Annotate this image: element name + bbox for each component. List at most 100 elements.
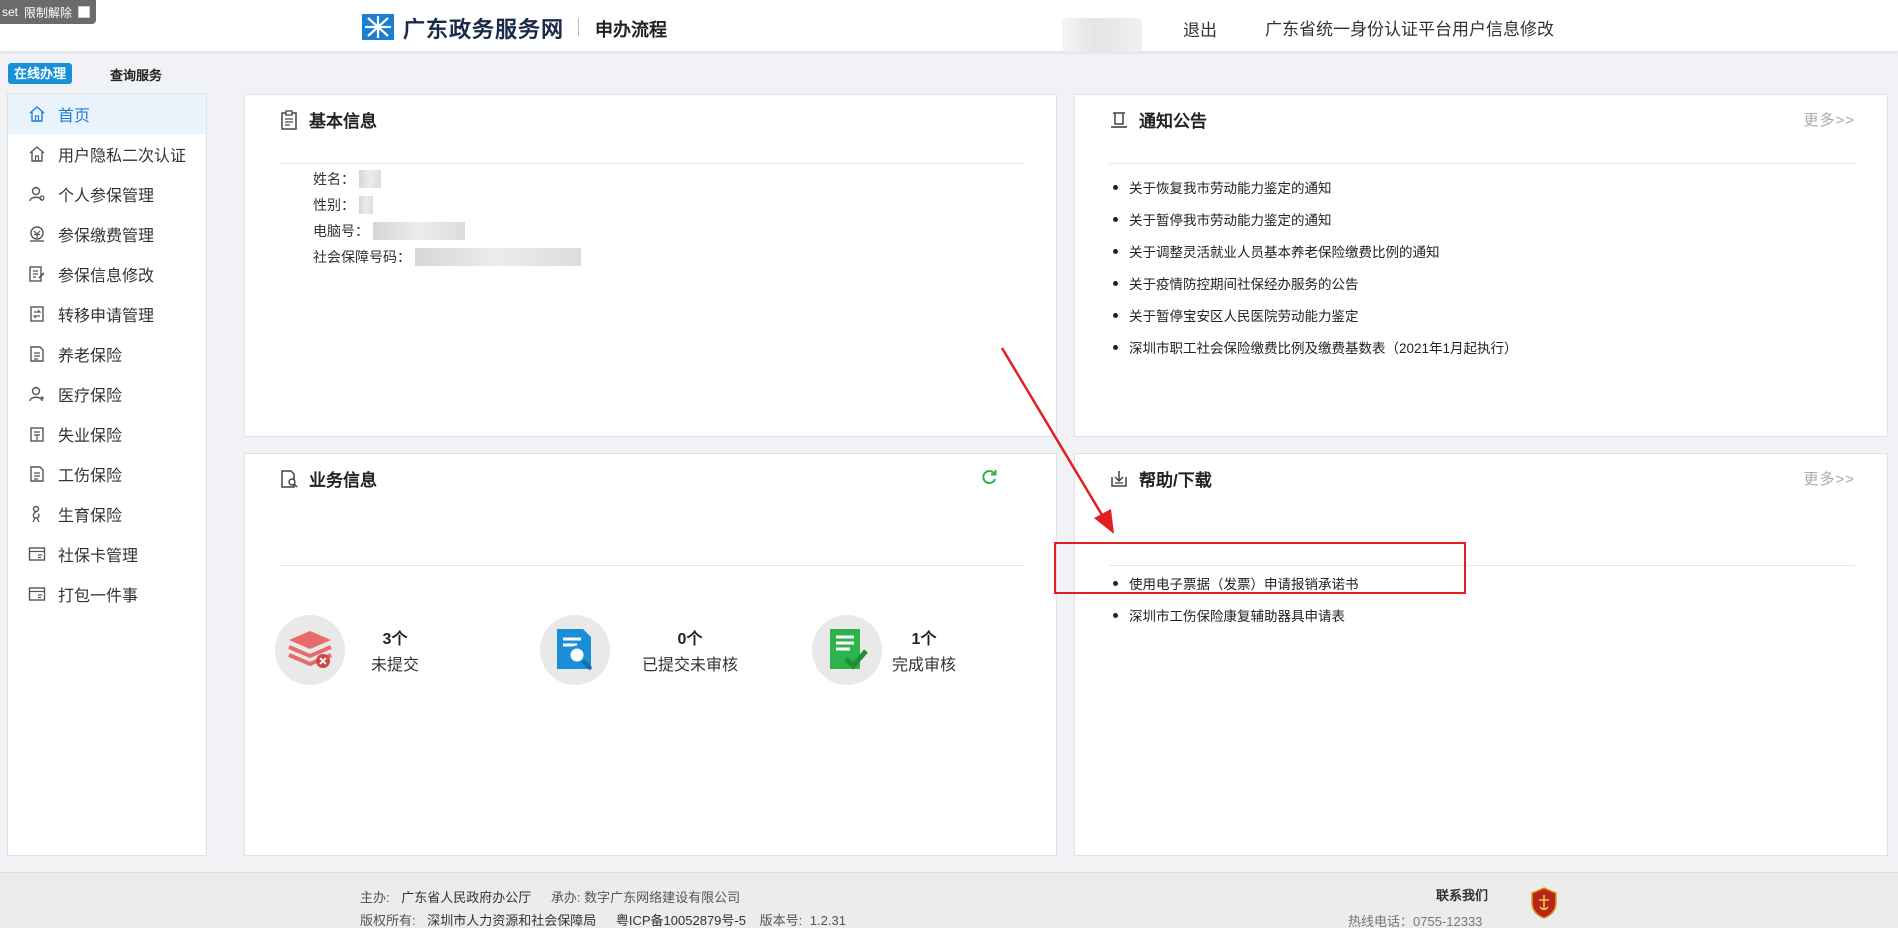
notice-item[interactable]: 关于恢复我市劳动能力鉴定的通知 xyxy=(1109,171,1518,203)
notice-more-link[interactable]: 更多>> xyxy=(1803,109,1855,130)
sidebar-item-injury[interactable]: 工伤保险 xyxy=(8,454,206,494)
sidebar-item-transfer[interactable]: 转移申请管理 xyxy=(8,294,206,334)
hotline: 热线电话：0755-12333 xyxy=(1348,914,1483,928)
redacted-value xyxy=(359,196,373,214)
host-name: 广东省人民政府办公厅 xyxy=(401,890,532,905)
sidebar-item-label: 打包一件事 xyxy=(58,588,139,605)
stat-count: 1个 xyxy=(911,631,937,648)
panel-title: 基本信息 xyxy=(309,112,377,131)
sidebar-item-unemployment[interactable]: 失业保险 xyxy=(8,414,206,454)
sidebar-item-label: 首页 xyxy=(58,108,91,125)
download-icon xyxy=(1111,470,1127,487)
notice-item[interactable]: 关于调整灵活就业人员基本养老保险缴费比例的通知 xyxy=(1109,235,1518,267)
version-number: 1.2.31 xyxy=(809,913,846,928)
payment-icon xyxy=(30,226,44,242)
extension-prefix: set xyxy=(2,5,19,19)
extension-label: 限制解除 xyxy=(24,5,73,20)
sidebar-item-label: 生育保险 xyxy=(58,508,123,525)
clipboard-icon xyxy=(281,109,297,130)
stat-count: 3个 xyxy=(382,631,408,648)
stack-icon xyxy=(288,631,332,668)
sidebar-item-label: 用户隐私二次认证 xyxy=(58,148,187,165)
sidebar-item-label: 参保缴费管理 xyxy=(58,228,155,245)
sidebar-item-label: 社保卡管理 xyxy=(58,548,139,565)
info-row-computer-no: 电脑号： xyxy=(313,221,465,241)
sidebar-item-home[interactable]: 首页 xyxy=(8,94,206,134)
panel-title: 通知公告 xyxy=(1139,112,1207,131)
host-label: 主办: xyxy=(360,890,390,905)
building-icon xyxy=(30,427,44,442)
copyright-owner: 深圳市人力资源和社会保障局 xyxy=(427,913,597,928)
card-icon xyxy=(28,587,46,601)
field-label: 社会保障号码： xyxy=(313,249,411,265)
sidebar-item-package[interactable]: 打包一件事 xyxy=(8,574,206,614)
basic-info-heading: 基本信息 xyxy=(279,107,377,132)
field-label: 姓名： xyxy=(313,171,355,187)
sidebar-item-pension[interactable]: 养老保险 xyxy=(8,334,206,374)
help-list: 使用电子票据（发票）申请报销承诺书 深圳市工伤保险康复辅助器具申请表 xyxy=(1109,567,1359,631)
extension-badge[interactable]: set 限制解除 xyxy=(0,0,97,24)
help-heading: 帮助/下载 xyxy=(1109,466,1212,491)
refresh-icon[interactable] xyxy=(980,468,998,486)
card-icon xyxy=(28,547,46,561)
id-platform-link[interactable]: 广东省统一身份认证平台用户信息修改 xyxy=(1265,15,1554,40)
stat-label: 未提交 xyxy=(371,657,420,674)
help-item[interactable]: 深圳市工伤保险康复辅助器具申请表 xyxy=(1109,599,1359,631)
notice-item[interactable]: 关于暂停宝安区人民医院劳动能力鉴定 xyxy=(1109,299,1518,331)
sidebar-item-payment[interactable]: 参保缴费管理 xyxy=(8,214,206,254)
sidebar-item-label: 转移申请管理 xyxy=(58,308,155,325)
stat-pending-review[interactable]: 0个 已提交未审核 xyxy=(540,615,738,685)
sidebar-item-personal-insurance[interactable]: 个人参保管理 xyxy=(8,174,206,214)
sidebar-item-info-edit[interactable]: 参保信息修改 xyxy=(8,254,206,294)
contact-us-link[interactable]: 联系我们 xyxy=(1436,885,1488,904)
tab-query-service[interactable]: 查询服务 xyxy=(110,65,162,84)
doc-search-icon xyxy=(281,469,298,488)
page-subtitle: 申办流程 xyxy=(595,20,667,40)
stat-unsubmitted[interactable]: 3个 未提交 xyxy=(275,615,419,685)
announcement-icon xyxy=(1111,111,1127,128)
redacted-value xyxy=(415,248,581,266)
sidebar-item-maternity[interactable]: 生育保险 xyxy=(8,494,206,534)
home-icon xyxy=(29,146,45,162)
user-icon xyxy=(29,186,45,202)
site-brand[interactable]: 广东政务服务网 xyxy=(403,12,564,44)
top-header: set 限制解除 广东政务服务网 申办流程 退出 广东省统一身份认证平台用户信息… xyxy=(0,0,1898,52)
field-label: 性别： xyxy=(313,197,355,213)
sidebar-item-label: 工伤保险 xyxy=(58,468,123,485)
notice-item[interactable]: 关于疫情防控期间社保经办服务的公告 xyxy=(1109,267,1518,299)
sidebar-item-label: 个人参保管理 xyxy=(58,188,155,205)
basic-info-panel: 基本信息 姓名： 性别： 电脑号： 社会保障号码： xyxy=(244,94,1057,437)
redacted-username xyxy=(1062,18,1142,52)
stat-count: 0个 xyxy=(677,631,703,648)
info-row-gender: 性别： xyxy=(313,195,373,215)
tab-online-service[interactable]: 在线办理 xyxy=(8,63,73,84)
panel-divider xyxy=(279,565,1024,566)
help-item[interactable]: 使用电子票据（发票）申请报销承诺书 xyxy=(1109,567,1359,599)
sidebar-item-medical[interactable]: 医疗保险 xyxy=(8,374,206,414)
panel-title: 业务信息 xyxy=(309,471,377,490)
logout-link[interactable]: 退出 xyxy=(1183,16,1217,41)
panel-divider xyxy=(1109,565,1855,566)
sidebar-item-privacy-auth[interactable]: 用户隐私二次认证 xyxy=(8,134,206,174)
notice-item[interactable]: 深圳市职工社会保险缴费比例及缴费基数表（2021年1月起执行） xyxy=(1109,331,1518,363)
extension-checkbox[interactable] xyxy=(78,6,91,18)
help-more-link[interactable]: 更多>> xyxy=(1803,468,1855,489)
sidebar: 首页 用户隐私二次认证 个人参保管理 参保缴费管理 参保信息修改 转移申请管理 … xyxy=(7,93,207,856)
sidebar-item-label: 医疗保险 xyxy=(58,388,123,405)
business-heading: 业务信息 xyxy=(279,466,377,491)
panel-title: 帮助/下载 xyxy=(1139,471,1212,490)
icp-number[interactable]: 粤ICP备10052879号-5 xyxy=(616,913,746,928)
stat-circle xyxy=(540,615,610,685)
document-icon xyxy=(30,466,44,482)
police-emblem-icon[interactable] xyxy=(1530,887,1558,919)
edit-doc-icon xyxy=(29,266,45,282)
notice-heading: 通知公告 xyxy=(1109,107,1207,132)
undertake-label: 承办: xyxy=(550,890,581,905)
sidebar-item-card[interactable]: 社保卡管理 xyxy=(8,534,206,574)
page-footer: 主办: 广东省人民政府办公厅 承办: 数字广东网络建设有限公司 版权所有: 深圳… xyxy=(0,872,1898,928)
document-icon xyxy=(30,346,44,362)
stat-reviewed[interactable]: 1个 完成审核 xyxy=(812,615,956,685)
header-divider xyxy=(578,18,579,36)
field-label: 电脑号： xyxy=(313,223,369,239)
notice-item[interactable]: 关于暂停我市劳动能力鉴定的通知 xyxy=(1109,203,1518,235)
